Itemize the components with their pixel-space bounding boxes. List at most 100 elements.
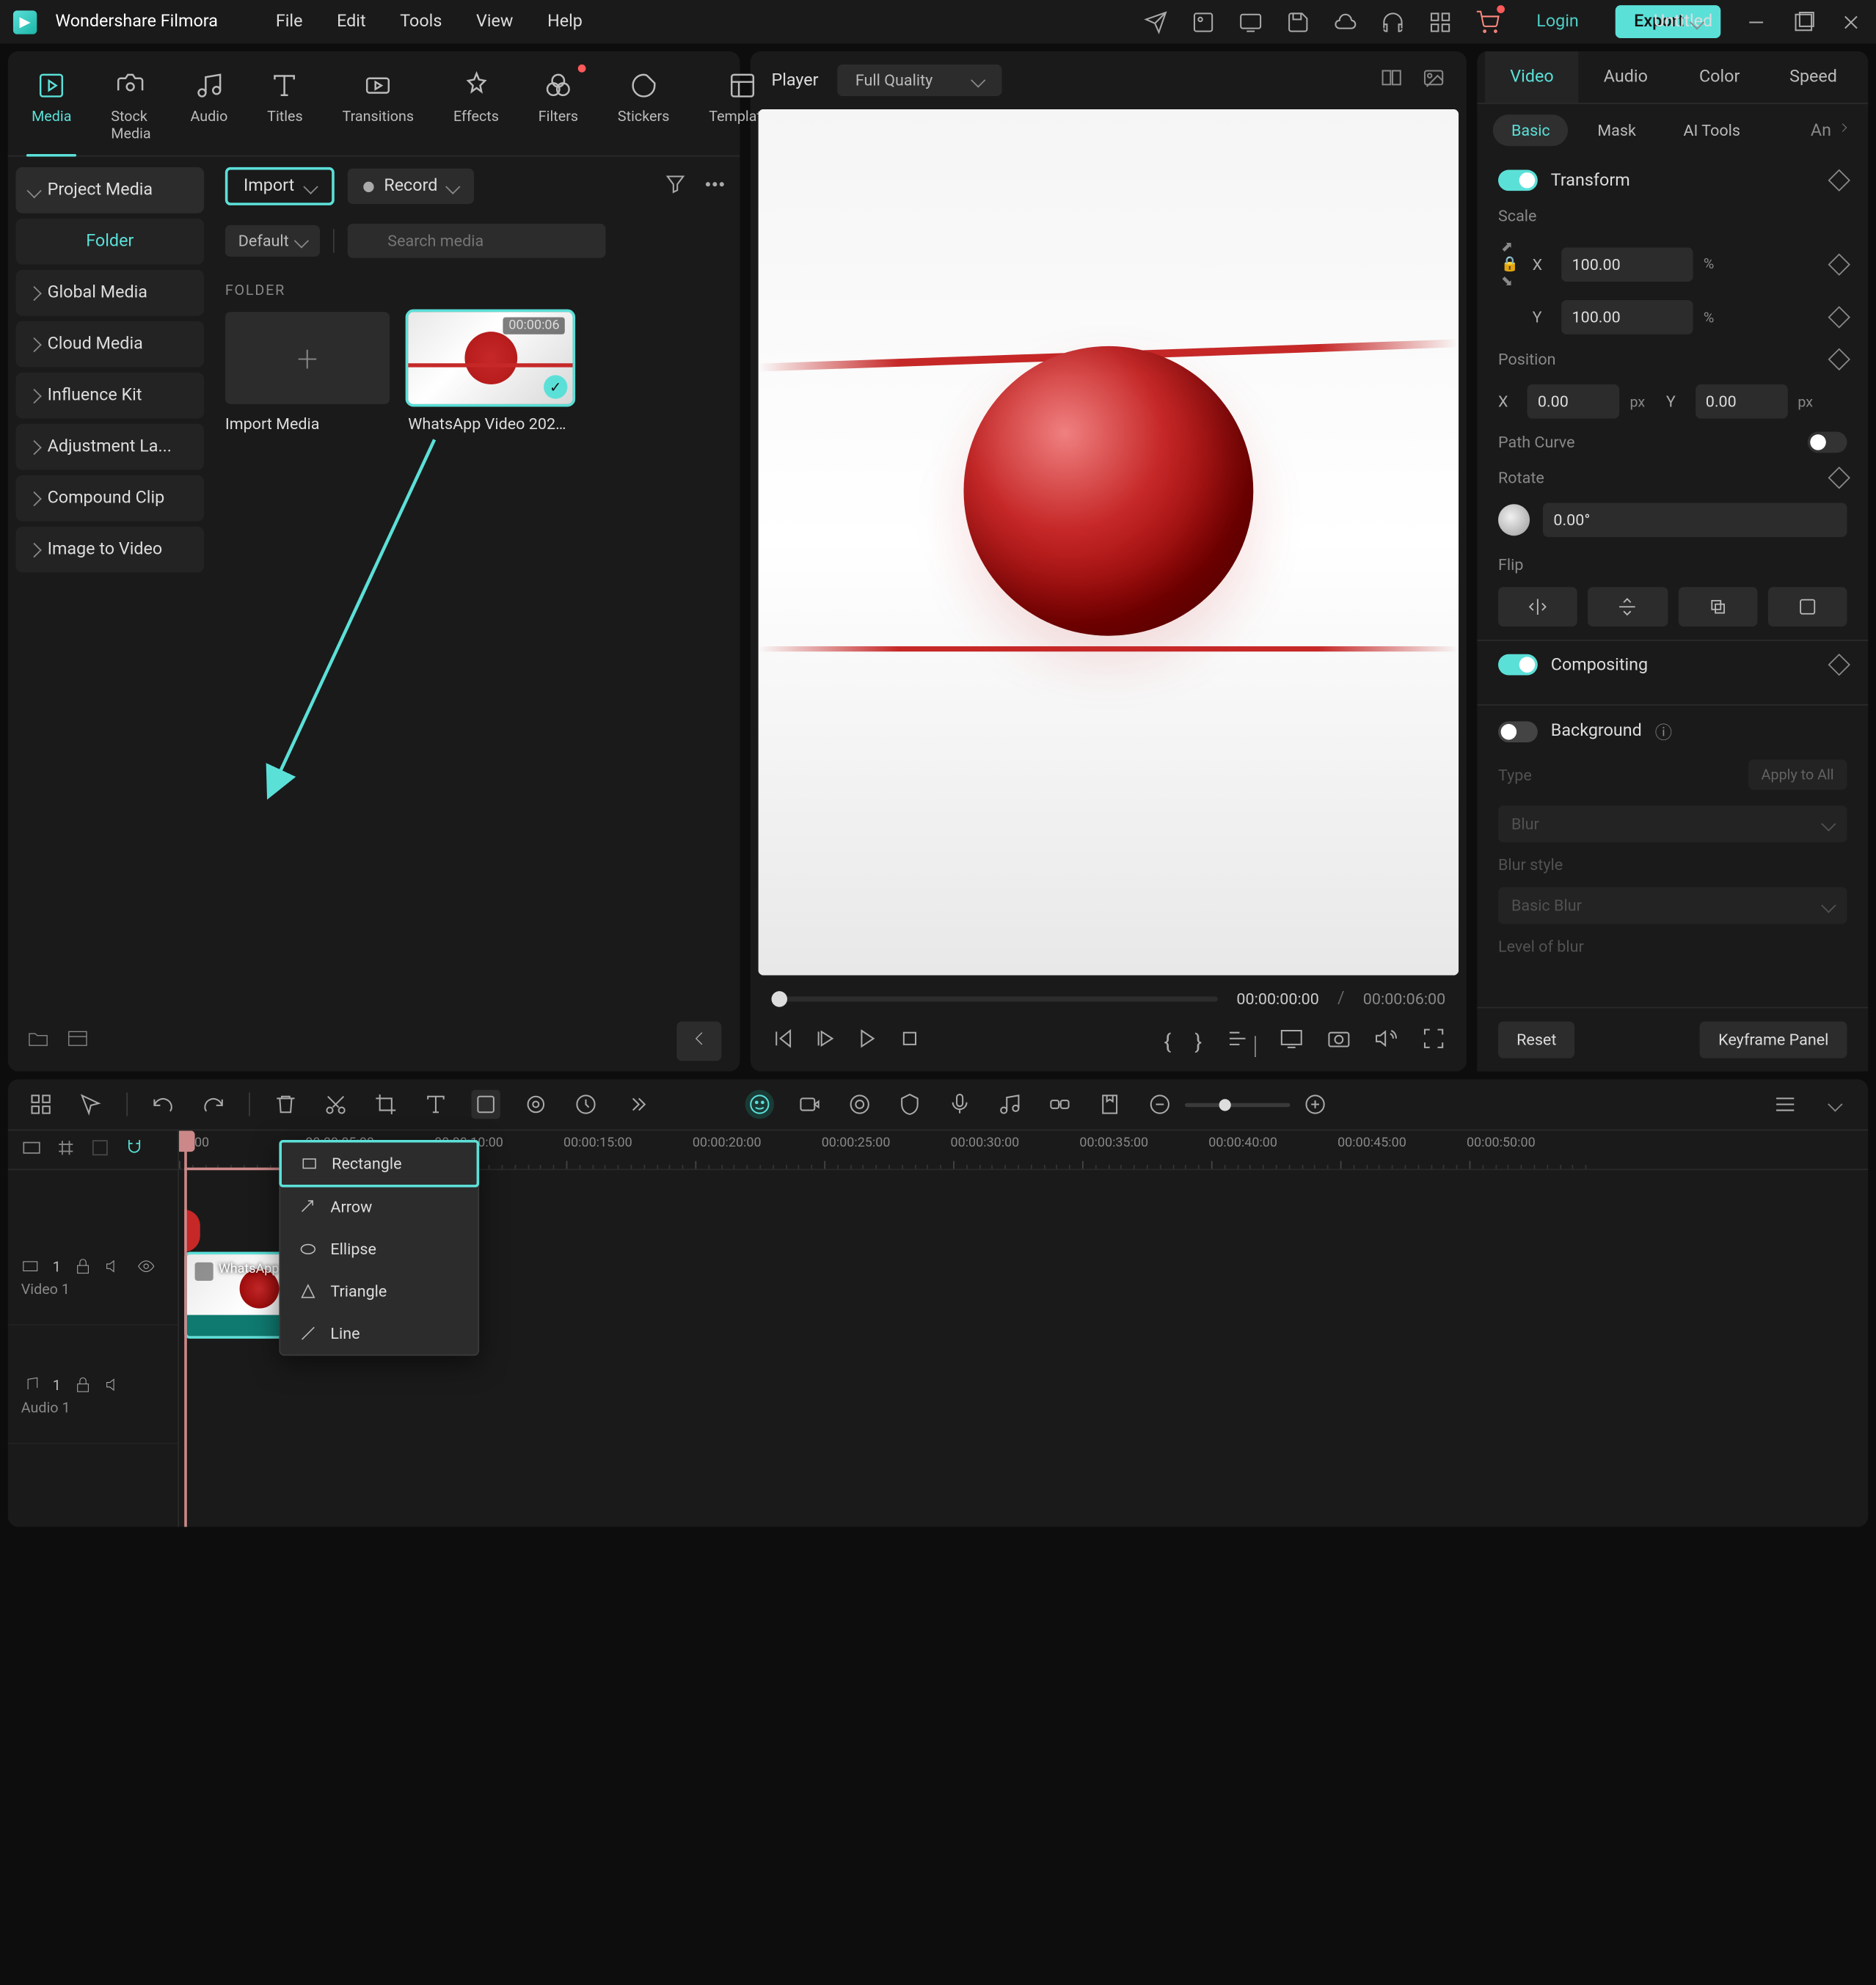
scale-x-input[interactable] (1561, 246, 1693, 281)
flip-horizontal-button[interactable] (1498, 587, 1577, 626)
sidebar-project-media[interactable]: Project Media (16, 167, 205, 213)
record-tool-icon[interactable] (795, 1090, 824, 1119)
menu-edit[interactable]: Edit (337, 12, 366, 32)
compare-view-icon[interactable] (1380, 66, 1404, 95)
markers-icon[interactable] (1226, 1027, 1256, 1056)
shield-icon[interactable] (895, 1090, 924, 1119)
headphones-icon[interactable] (1382, 10, 1405, 33)
lock-icon[interactable] (74, 1257, 92, 1276)
player-viewport[interactable] (759, 109, 1459, 976)
delete-button[interactable] (271, 1090, 300, 1119)
tab-stock-media[interactable]: Stock Media (106, 62, 156, 155)
adjust-tool-button[interactable] (522, 1090, 550, 1119)
mic-icon[interactable] (945, 1090, 974, 1119)
link-xy-icon[interactable]: ⬈🔒⬊ (1498, 238, 1522, 290)
subtab-basic[interactable]: Basic (1493, 114, 1569, 146)
tab-filters[interactable]: Filters (533, 62, 584, 155)
flip-copy-button[interactable] (1678, 587, 1757, 626)
project-icon[interactable] (1191, 10, 1215, 33)
filter-icon[interactable] (663, 172, 687, 200)
visibility-icon[interactable] (137, 1257, 156, 1276)
pos-y-input[interactable] (1695, 384, 1787, 419)
menu-help[interactable]: Help (547, 12, 583, 32)
prop-tab-color[interactable]: Color (1673, 51, 1767, 103)
mark-out-button[interactable]: } (1195, 1028, 1202, 1053)
seek-bar[interactable] (772, 995, 1219, 1001)
sidebar-item-compound[interactable]: Compound Clip (16, 475, 205, 522)
speed-tool-button[interactable] (572, 1090, 600, 1119)
media-card-clip[interactable]: 00:00:06✓ WhatsApp Video 2024... (408, 312, 572, 433)
reset-button[interactable]: Reset (1498, 1021, 1575, 1058)
keyframe-panel-button[interactable]: Keyframe Panel (1700, 1021, 1847, 1058)
info-icon[interactable]: ⓘ (1655, 719, 1672, 744)
play-forward-button[interactable] (855, 1027, 879, 1056)
shape-ellipse[interactable]: Ellipse (280, 1228, 478, 1270)
shape-tool-button[interactable] (471, 1090, 500, 1119)
close-button[interactable] (1839, 10, 1863, 33)
stop-button[interactable] (898, 1027, 921, 1056)
new-folder-icon[interactable] (26, 1027, 50, 1056)
cloud-icon[interactable] (1334, 10, 1357, 33)
prev-frame-button[interactable] (772, 1027, 795, 1056)
tab-media[interactable]: Media (26, 62, 77, 155)
link-tool-icon[interactable] (1045, 1090, 1074, 1119)
flip-vertical-button[interactable] (1588, 587, 1667, 626)
apps-icon[interactable] (1428, 10, 1452, 33)
prop-tab-audio[interactable]: Audio (1579, 51, 1673, 103)
audio-track-header[interactable]: 1 Audio 1 (8, 1367, 178, 1444)
volume-icon[interactable] (1374, 1027, 1398, 1056)
sidebar-item-influence[interactable]: Influence Kit (16, 373, 205, 419)
play-button[interactable] (814, 1027, 837, 1056)
new-bin-icon[interactable] (66, 1027, 90, 1056)
bg-type-dropdown[interactable]: Blur (1498, 805, 1847, 842)
tab-titles[interactable]: Titles (262, 62, 308, 155)
menu-file[interactable]: File (276, 12, 303, 32)
track-tool-2-icon[interactable] (55, 1136, 76, 1163)
subtab-ai-tools[interactable]: AI Tools (1665, 114, 1759, 146)
search-input[interactable] (348, 224, 606, 258)
display-icon[interactable] (1280, 1027, 1303, 1056)
tab-transitions[interactable]: Transitions (337, 62, 419, 155)
sidebar-item-image-to-video[interactable]: Image to Video (16, 527, 205, 573)
menu-tools[interactable]: Tools (400, 12, 442, 32)
zoom-out-button[interactable] (1145, 1090, 1174, 1119)
record-circle-icon[interactable] (845, 1090, 874, 1119)
shape-triangle[interactable]: Triangle (280, 1271, 478, 1312)
marker-tool-icon[interactable] (1095, 1090, 1124, 1119)
music-tool-icon[interactable] (996, 1090, 1024, 1119)
zoom-slider[interactable] (1185, 1103, 1291, 1106)
media-card-import[interactable]: + Import Media (225, 312, 390, 433)
apply-to-all-button[interactable]: Apply to All (1748, 759, 1847, 789)
sort-button[interactable]: Default (225, 225, 321, 257)
keyframe-diamond-icon[interactable] (1828, 306, 1850, 328)
minimize-button[interactable] (1745, 10, 1768, 33)
fullscreen-icon[interactable] (1422, 1027, 1445, 1056)
sidebar-folder[interactable]: Folder (16, 219, 205, 265)
more-icon[interactable] (703, 172, 726, 200)
login-button[interactable]: Login (1523, 7, 1591, 37)
rotate-knob[interactable] (1498, 504, 1530, 535)
ai-avatar-button[interactable] (745, 1090, 774, 1119)
track-options-icon[interactable] (1821, 1090, 1850, 1119)
track-tool-3-icon[interactable] (90, 1136, 111, 1163)
text-tool-button[interactable] (421, 1090, 450, 1119)
shape-line[interactable]: Line (280, 1312, 478, 1354)
background-toggle[interactable] (1498, 720, 1538, 742)
mute-icon[interactable] (106, 1257, 124, 1276)
redo-button[interactable] (199, 1090, 227, 1119)
rotate-input[interactable] (1543, 502, 1847, 537)
zoom-in-button[interactable] (1301, 1090, 1329, 1119)
cart-icon[interactable] (1476, 10, 1500, 33)
video-track-header[interactable]: 1 Video 1 (8, 1249, 178, 1326)
magnet-icon[interactable] (124, 1136, 145, 1163)
quality-select[interactable]: Full Quality (837, 65, 1001, 96)
mute-icon[interactable] (106, 1375, 124, 1394)
send-icon[interactable] (1145, 10, 1168, 33)
snapshot-icon[interactable] (1422, 66, 1445, 95)
shape-arrow[interactable]: Arrow (280, 1186, 478, 1228)
sidebar-item-adjustment[interactable]: Adjustment La... (16, 424, 205, 470)
sidebar-item-global[interactable]: Global Media (16, 270, 205, 316)
grid-icon[interactable] (26, 1090, 55, 1119)
prop-tab-speed[interactable]: Speed (1767, 51, 1861, 103)
keyframe-diamond-icon[interactable] (1828, 348, 1850, 370)
